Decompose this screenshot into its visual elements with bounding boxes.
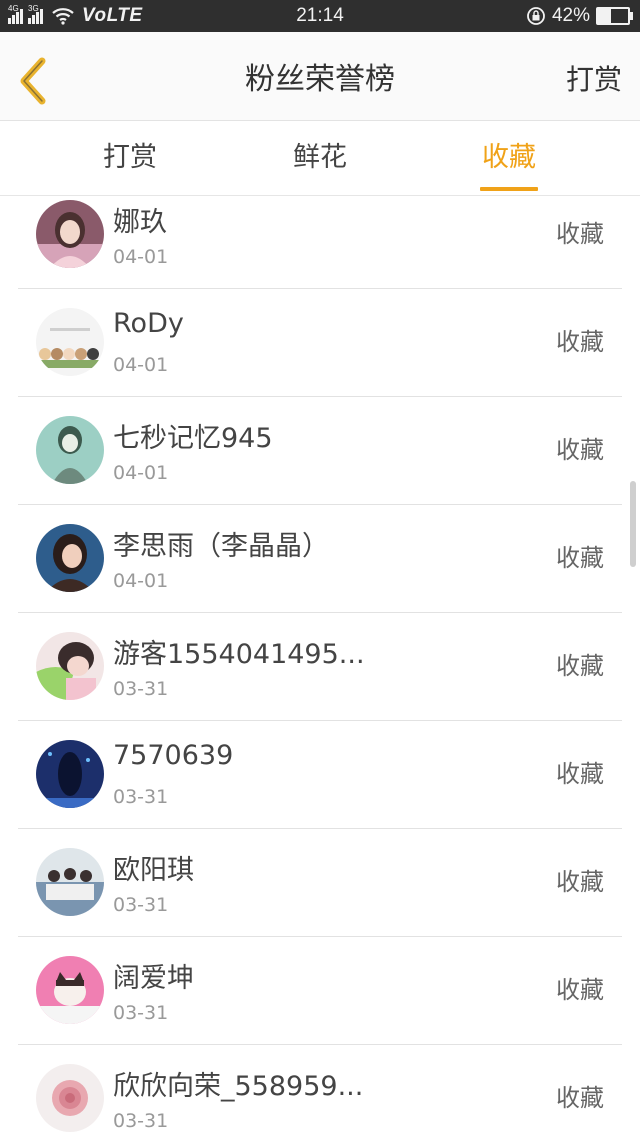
fan-name: 7570639 (113, 740, 234, 771)
list-item[interactable]: 李思雨（李晶晶） 04-01 收藏 (18, 504, 622, 613)
fan-action: 收藏 (556, 328, 604, 356)
page-title: 粉丝荣誉榜 (245, 62, 395, 97)
tab-label: 打赏 (103, 142, 157, 173)
tab-label: 收藏 (482, 142, 536, 173)
fan-action: 收藏 (556, 652, 604, 680)
avatar (36, 308, 104, 376)
fan-date: 04-01 (113, 246, 169, 268)
rotation-lock-icon (527, 7, 545, 25)
scrollbar[interactable] (630, 481, 636, 567)
status-bar: 4G 3G VoLTE 21:14 42% (0, 0, 640, 32)
fan-name: 七秒记忆945 (113, 423, 273, 454)
fan-name: RoDy (113, 308, 184, 339)
list-item[interactable]: 7570639 03-31 收藏 (18, 720, 622, 829)
tab-tip[interactable]: 打赏 (103, 121, 157, 195)
list-item[interactable]: 娜玖 04-01 收藏 (18, 196, 622, 289)
battery-percent: 42% (551, 5, 590, 26)
list-item[interactable]: 欣欣向荣_558959... 03-31 收藏 (18, 1044, 622, 1138)
fan-date: 03-31 (113, 894, 169, 916)
fan-action: 收藏 (556, 436, 604, 464)
fan-list[interactable]: 娜玖 04-01 收藏 RoDy 04-01 收藏 七秒记忆945 04-01 … (0, 196, 640, 1138)
list-item[interactable]: RoDy 04-01 收藏 (18, 288, 622, 397)
fan-action: 收藏 (556, 760, 604, 788)
tab-label: 鲜花 (293, 142, 347, 173)
fan-action: 收藏 (556, 868, 604, 896)
tab-favorites[interactable]: 收藏 (480, 121, 538, 195)
fan-date: 04-01 (113, 462, 169, 484)
tip-button[interactable]: 打赏 (566, 32, 622, 128)
fan-date: 03-31 (113, 678, 169, 700)
avatar (36, 956, 104, 1024)
avatar (36, 416, 104, 484)
avatar (36, 200, 104, 268)
avatar (36, 632, 104, 700)
avatar (36, 1064, 104, 1132)
fan-date: 03-31 (113, 786, 169, 808)
fan-name: 游客1554041495... (113, 639, 365, 670)
tab-flowers[interactable]: 鲜花 (293, 121, 347, 195)
fan-action: 收藏 (556, 1084, 604, 1112)
list-item[interactable]: 欧阳琪 03-31 收藏 (18, 828, 622, 937)
battery-icon (596, 7, 633, 25)
status-right: 42% (526, 0, 633, 32)
fan-name: 李思雨（李晶晶） (113, 531, 329, 562)
fan-name: 欧阳琪 (113, 855, 194, 886)
fan-name: 阔爱坤 (113, 963, 194, 994)
list-item[interactable]: 阔爱坤 03-31 收藏 (18, 936, 622, 1045)
fan-action: 收藏 (556, 544, 604, 572)
avatar (36, 848, 104, 916)
fan-date: 04-01 (113, 570, 169, 592)
fan-name: 欣欣向荣_558959... (113, 1071, 364, 1102)
list-item[interactable]: 七秒记忆945 04-01 收藏 (18, 396, 622, 505)
fan-name: 娜玖 (113, 207, 167, 238)
header-bar: 粉丝荣誉榜 打赏 (0, 32, 640, 121)
list-item[interactable]: 游客1554041495... 03-31 收藏 (18, 612, 622, 721)
avatar (36, 740, 104, 808)
fan-action: 收藏 (556, 976, 604, 1004)
fan-date: 03-31 (113, 1110, 169, 1132)
fan-date: 03-31 (113, 1002, 169, 1024)
avatar (36, 524, 104, 592)
fan-date: 04-01 (113, 354, 169, 376)
fan-action: 收藏 (556, 220, 604, 248)
active-tab-indicator (480, 187, 538, 191)
tab-bar: 打赏 鲜花 收藏 (0, 121, 640, 196)
